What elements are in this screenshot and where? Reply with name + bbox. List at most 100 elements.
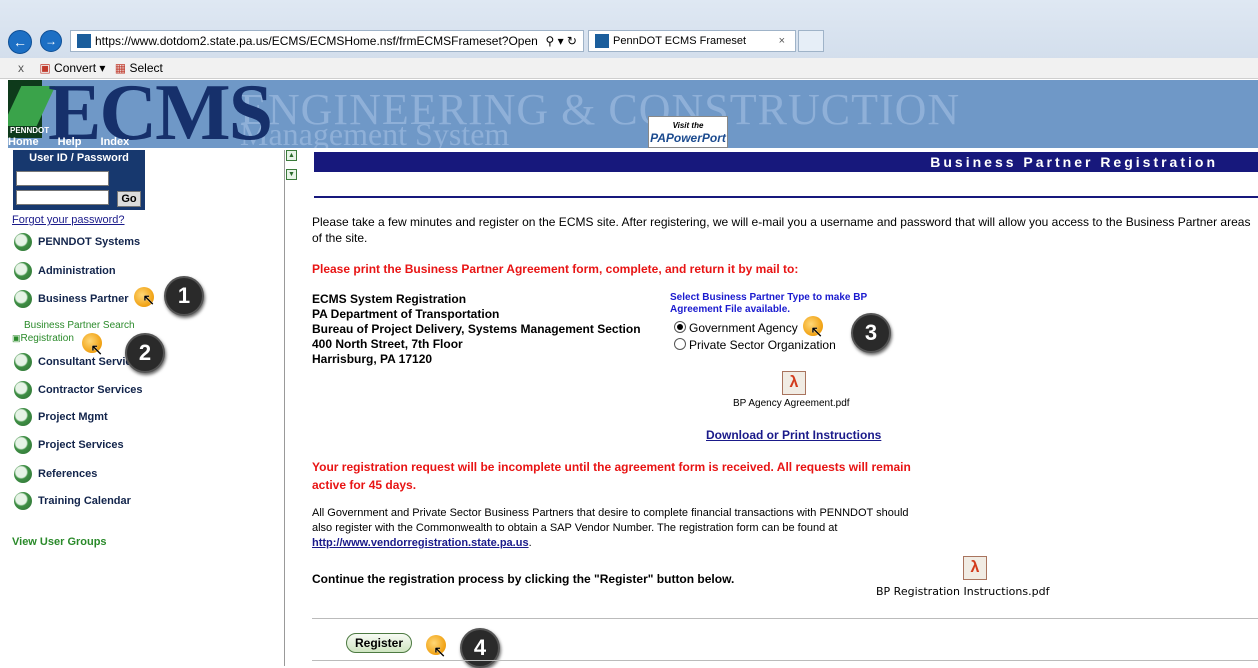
forward-button[interactable]: →: [40, 30, 62, 52]
tab-close-icon[interactable]: ×: [779, 31, 785, 51]
registration-label: Registration: [20, 333, 74, 344]
penndot-label: PENNDOT: [10, 126, 50, 135]
tab-title: PennDOT ECMS Frameset: [613, 35, 747, 47]
green-ball-icon: [14, 290, 32, 309]
content-divider: [312, 660, 1258, 661]
pdf-convert-icon: ▣: [39, 61, 51, 75]
print-note: Please print the Business Partner Agreem…: [312, 262, 799, 276]
green-ball-icon: [14, 436, 32, 455]
menu-label: Project Mgmt: [38, 411, 108, 423]
government-note: All Government and Private Sector Busine…: [312, 507, 909, 549]
back-button[interactable]: ←: [8, 30, 32, 54]
radio-unselected-icon[interactable]: [674, 338, 686, 350]
mouse-cursor-icon: ↖: [90, 342, 104, 359]
menu-business-partner[interactable]: Business Partner: [14, 289, 128, 309]
radio-label: Government Agency: [689, 321, 798, 335]
menu-label: Business Partner: [38, 293, 129, 305]
user-id-input[interactable]: [16, 171, 109, 186]
chevron-up-icon[interactable]: ▲: [286, 150, 297, 161]
green-ball-icon: [14, 233, 32, 252]
registration-instructions-pdf-link[interactable]: BP Registration Instructions.pdf: [876, 585, 1049, 598]
menu-references[interactable]: References: [14, 464, 97, 484]
menu-project-services[interactable]: Project Services: [14, 435, 124, 455]
page-title: Business Partner Registration: [314, 152, 1258, 172]
menu-label: References: [38, 468, 98, 480]
intro-text: Please take a few minutes and register o…: [312, 215, 1251, 245]
incomplete-notice: Your registration request will be incomp…: [312, 460, 911, 492]
header-divider: [314, 196, 1258, 198]
menu-label: Training Calendar: [38, 495, 131, 507]
nav-index[interactable]: Index: [101, 136, 130, 148]
business-partner-search-link[interactable]: Business Partner Search: [24, 320, 135, 331]
password-input[interactable]: [16, 190, 109, 205]
convert-button[interactable]: Convert: [54, 61, 96, 75]
mouse-cursor-icon: ↖: [433, 644, 447, 661]
address-line: Harrisburg, PA 17120: [312, 352, 433, 366]
ecms-banner: PENNDOT ENGINEERING & CONSTRUCTION Manag…: [8, 80, 1258, 148]
step-1-badge: 1: [164, 276, 204, 316]
frame-scroll-arrows[interactable]: ▲ ▼: [286, 150, 297, 186]
nav-home[interactable]: Home: [8, 136, 39, 148]
address-line: 400 North Street, 7th Floor: [312, 337, 463, 351]
mailing-address: ECMS System Registration PA Department o…: [312, 292, 641, 367]
powerport-top: Visit the: [672, 121, 704, 130]
mouse-cursor-icon: ↖: [142, 292, 156, 309]
address-bar[interactable]: https://www.dotdom2.state.pa.us/ECMS/ECM…: [70, 30, 584, 52]
menu-label: PENNDOT Systems: [38, 236, 141, 248]
step-3-badge: 3: [851, 313, 891, 353]
top-nav: Home Help Index: [8, 136, 145, 150]
forgot-password-link[interactable]: Forgot your password?: [12, 214, 125, 226]
step-2-badge: 2: [125, 333, 165, 373]
register-button[interactable]: Register: [346, 633, 412, 653]
green-ball-icon: [14, 262, 32, 281]
green-ball-icon: [14, 465, 32, 484]
agency-agreement-pdf-link[interactable]: BP Agency Agreement.pdf: [733, 398, 850, 409]
radio-government-agency[interactable]: Government Agency: [674, 321, 798, 335]
chevron-down-icon[interactable]: ▾: [99, 61, 105, 75]
login-title: User ID / Password: [29, 152, 129, 164]
pdf-icon[interactable]: λ: [963, 556, 987, 580]
menu-training-calendar[interactable]: Training Calendar: [14, 491, 131, 511]
powerport-link[interactable]: Visit the PAPowerPort: [648, 116, 728, 148]
menu-label: Contractor Services: [38, 384, 143, 396]
registration-link[interactable]: ▣Registration: [12, 333, 74, 344]
vendor-registration-link[interactable]: http://www.vendorregistration.state.pa.u…: [312, 537, 529, 549]
nav-help[interactable]: Help: [58, 136, 82, 148]
tab-favicon-icon: [595, 34, 609, 48]
expand-icon: ▣: [12, 333, 21, 343]
chevron-down-icon[interactable]: ▼: [286, 169, 297, 180]
menu-label: Project Services: [38, 439, 124, 451]
green-ball-icon: [14, 353, 32, 372]
green-ball-icon: [14, 408, 32, 427]
new-tab-button[interactable]: [798, 30, 824, 52]
browser-tab[interactable]: PennDOT ECMS Frameset ×: [588, 30, 796, 52]
menu-penndot-systems[interactable]: PENNDOT Systems: [14, 232, 140, 252]
mouse-cursor-icon: ↖: [810, 324, 824, 341]
menu-contractor-services[interactable]: Contractor Services: [14, 380, 143, 400]
view-user-groups-link[interactable]: View User Groups: [12, 536, 107, 548]
command-toolbar: x ▣ Convert ▾ ▦ Select: [0, 58, 1258, 79]
search-icon[interactable]: ⚲ ▾ ↻: [545, 31, 577, 51]
menu-project-mgmt[interactable]: Project Mgmt: [14, 407, 108, 427]
site-favicon-icon: [77, 34, 91, 48]
content-divider: [312, 618, 1258, 619]
continue-instruction: Continue the registration process by cli…: [312, 572, 735, 586]
government-note-text: All Government and Private Sector Busine…: [312, 507, 909, 534]
select-button[interactable]: Select: [129, 61, 162, 75]
menu-label: Administration: [38, 265, 116, 277]
download-instructions-link[interactable]: Download or Print Instructions: [706, 428, 881, 442]
green-ball-icon: [14, 381, 32, 400]
menu-administration[interactable]: Administration: [14, 261, 116, 281]
select-icon: ▦: [114, 61, 127, 75]
toolbar-close-icon[interactable]: x: [18, 61, 24, 75]
address-line: Bureau of Project Delivery, Systems Mana…: [312, 322, 641, 336]
banner-line2: Management System: [240, 116, 510, 148]
pdf-icon[interactable]: λ: [782, 371, 806, 395]
address-line: PA Department of Transportation: [312, 307, 500, 321]
address-url: https://www.dotdom2.state.pa.us/ECMS/ECM…: [95, 34, 538, 48]
green-ball-icon: [14, 492, 32, 511]
radio-selected-icon[interactable]: [674, 321, 686, 333]
go-button[interactable]: Go: [117, 191, 141, 207]
address-line: ECMS System Registration: [312, 292, 467, 306]
powerport-brand: PAPowerPort: [650, 131, 726, 145]
